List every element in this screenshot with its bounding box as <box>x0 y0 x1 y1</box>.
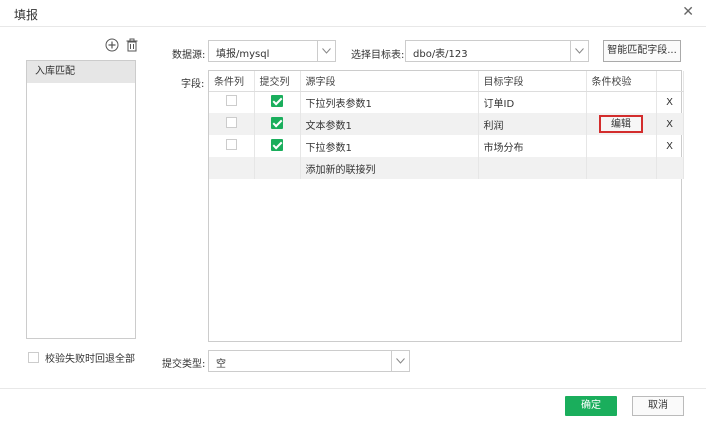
target-table-label: 选择目标表: <box>351 50 405 61</box>
source-field-cell[interactable]: 下拉参数1 <box>300 135 479 157</box>
table-row: 下拉参数1 市场分布 X <box>209 135 684 157</box>
condition-checkbox[interactable] <box>225 117 237 128</box>
condition-check-cell[interactable] <box>586 91 657 113</box>
left-toolbar <box>105 38 139 52</box>
column-header-remove <box>656 71 684 92</box>
column-header-submit: 提交列 <box>254 71 301 92</box>
submit-checkbox[interactable] <box>271 138 283 151</box>
trash-icon[interactable] <box>125 38 139 52</box>
close-icon[interactable]: ✕ <box>682 4 694 20</box>
submit-checkbox[interactable] <box>271 94 283 107</box>
field-mapping-table: 条件列 提交列 源字段 目标字段 条件校验 下拉列表参数1 订单ID X 文本参… <box>208 70 684 342</box>
column-header-target: 目标字段 <box>478 71 587 92</box>
table-header-row: 条件列 提交列 源字段 目标字段 条件校验 <box>209 71 684 92</box>
condition-checkbox[interactable] <box>225 139 237 150</box>
table-row: 文本参数1 利润 编辑 X <box>209 113 684 135</box>
source-field-cell[interactable]: 下拉列表参数1 <box>300 91 479 113</box>
fields-label: 字段: <box>181 79 205 90</box>
submit-checkbox[interactable] <box>271 116 283 129</box>
submit-type-select[interactable]: 空 <box>208 350 410 372</box>
target-table-select[interactable]: dbo/表/123 <box>405 40 589 62</box>
target-table-value: dbo/表/123 <box>413 49 468 60</box>
table-row: 添加新的联接列 <box>209 157 684 179</box>
target-field-cell[interactable]: 利润 <box>478 113 587 135</box>
datasource-value: 填报/mysql <box>216 49 270 60</box>
column-header-condition: 条件列 <box>209 71 255 92</box>
target-field-cell[interactable]: 市场分布 <box>478 135 587 157</box>
edit-check-button[interactable]: 编辑 <box>599 115 643 133</box>
rollback-option[interactable]: 校验失败时回退全部 <box>28 350 135 365</box>
cancel-button[interactable]: 取消 <box>632 396 684 416</box>
condition-check-cell: 编辑 <box>586 113 657 135</box>
condition-checkbox[interactable] <box>225 95 237 107</box>
rule-list: 入库匹配 <box>26 60 136 339</box>
chevron-down-icon[interactable] <box>317 41 335 61</box>
table-row: 下拉列表参数1 订单ID X <box>209 91 684 113</box>
chevron-down-icon[interactable] <box>570 41 588 61</box>
target-field-cell[interactable]: 订单ID <box>478 91 587 113</box>
rollback-checkbox[interactable] <box>28 352 39 363</box>
chevron-down-icon[interactable] <box>391 351 409 371</box>
column-header-check: 条件校验 <box>586 71 657 92</box>
ok-button[interactable]: 确定 <box>565 396 617 416</box>
column-header-source: 源字段 <box>300 71 479 92</box>
source-field-cell[interactable]: 文本参数1 <box>300 113 479 135</box>
smart-match-button[interactable]: 智能匹配字段... <box>603 40 681 62</box>
dialog-titlebar: 填报 ✕ <box>0 0 706 27</box>
rollback-label: 校验失败时回退全部 <box>45 354 135 365</box>
remove-row-button[interactable]: X <box>656 113 684 135</box>
submit-type-value: 空 <box>216 359 226 370</box>
add-join-column-link[interactable]: 添加新的联接列 <box>300 157 479 179</box>
rule-list-item[interactable]: 入库匹配 <box>27 61 135 83</box>
datasource-label: 数据源: <box>172 50 206 61</box>
remove-row-button[interactable]: X <box>656 91 684 113</box>
add-icon[interactable] <box>105 38 119 52</box>
dialog-title: 填报 <box>14 8 39 22</box>
datasource-select[interactable]: 填报/mysql <box>208 40 336 62</box>
condition-check-cell[interactable] <box>586 135 657 157</box>
remove-row-button[interactable]: X <box>656 135 684 157</box>
submit-type-label: 提交类型: <box>162 359 206 370</box>
